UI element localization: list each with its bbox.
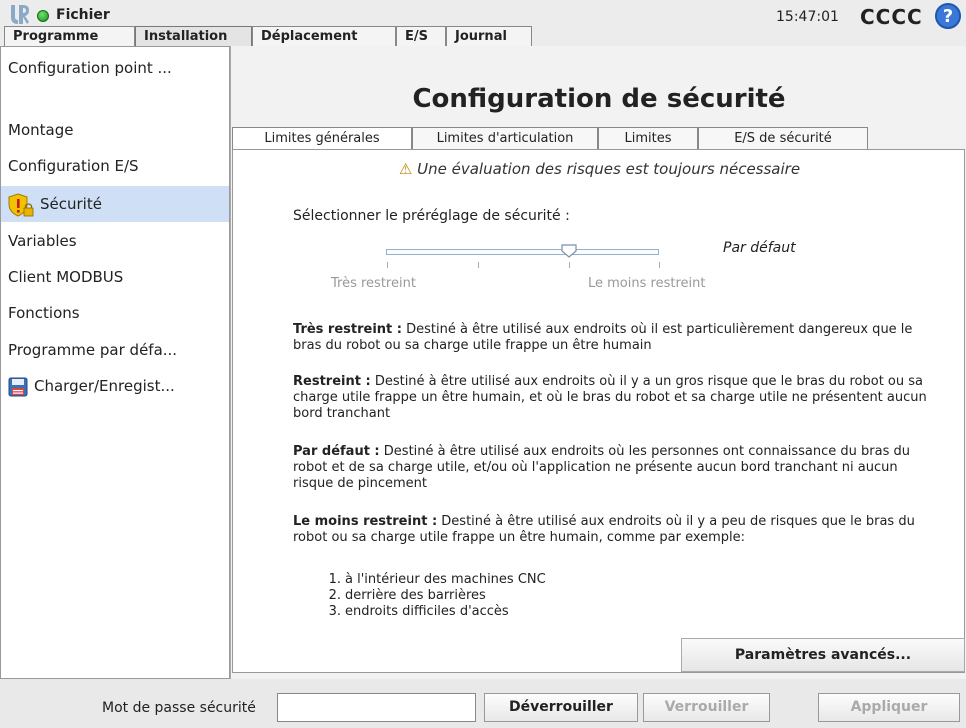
sidebar-item-configuration-point[interactable]: Configuration point ... <box>1 50 229 86</box>
slider-value: Par défaut <box>723 240 796 256</box>
slider-tick <box>387 262 388 268</box>
tab-limites[interactable]: Limites <box>598 127 698 149</box>
shield-lock-icon <box>8 192 34 217</box>
preset-label: Sélectionner le préréglage de sécurité : <box>293 208 570 224</box>
desc-moins-restreint: Le moins restreint : Destiné à être util… <box>293 514 933 546</box>
password-label: Mot de passe sécurité <box>102 700 256 716</box>
slider-max-label: Le moins restreint <box>588 276 706 291</box>
list-number: 1. <box>328 572 341 587</box>
sidebar-item-configuration-es[interactable]: Configuration E/S <box>1 148 229 184</box>
examples-list: 1. à l'intérieur des machines CNC 2. derri… <box>325 572 546 620</box>
sidebar-item-client-modbus[interactable]: Client MODBUS <box>1 259 229 295</box>
desc-title: Le moins restreint : <box>293 514 438 529</box>
sidebar-item-charger-label: Charger/Enregist... <box>34 377 175 395</box>
desc-title: Très restreint : <box>293 322 402 337</box>
password-field[interactable] <box>277 693 476 722</box>
unlock-button[interactable]: Déverrouiller <box>484 693 638 722</box>
sidebar-item-fonctions[interactable]: Fonctions <box>1 295 229 331</box>
tab-limites-generales[interactable]: Limites générales <box>232 127 412 149</box>
general-limits-panel: ⚠ Une évaluation des risques est toujour… <box>232 149 965 673</box>
desc-title: Restreint : <box>293 374 371 389</box>
robot-status-icon <box>37 10 49 22</box>
desc-restreint: Restreint : Destiné à être utilisé aux e… <box>293 374 933 422</box>
lock-button[interactable]: Verrouiller <box>643 693 770 722</box>
file-menu[interactable]: Fichier <box>56 7 110 23</box>
clock: 15:47:01 <box>776 9 839 25</box>
tab-programme[interactable]: Programme <box>4 26 135 46</box>
tab-es[interactable]: E/S <box>396 26 446 46</box>
slider-tick <box>659 262 660 268</box>
sidebar-item-securite[interactable]: Sécurité <box>1 186 229 222</box>
tab-es-securite[interactable]: E/S de sécurité <box>698 127 868 149</box>
page-title: Configuration de sécurité <box>412 84 786 114</box>
list-item: 2. derrière des barrières <box>325 588 546 604</box>
desc-title: Par défaut : <box>293 444 380 459</box>
list-number: 3. <box>328 604 341 619</box>
warning-icon: ⚠ <box>398 160 413 178</box>
ur-logo-icon <box>11 5 29 24</box>
sidebar-item-securite-label: Sécurité <box>40 195 102 213</box>
desc-tres-restreint: Très restreint : Destiné à être utilisé … <box>293 322 933 354</box>
list-item: 3. endroits difficiles d'accès <box>325 604 546 620</box>
desc-text: Destiné à être utilisé aux endroits où i… <box>293 374 927 421</box>
risk-warning-text: Une évaluation des risques est toujours … <box>417 160 801 178</box>
list-number: 2. <box>328 588 341 603</box>
bottom-bar: Mot de passe sécurité Déverrouiller Verr… <box>0 684 966 728</box>
slider-tick <box>569 262 570 268</box>
sidebar-item-montage[interactable]: Montage <box>1 112 229 148</box>
desc-par-defaut: Par défaut : Destiné à être utilisé aux … <box>293 444 933 492</box>
sidebar-item-programme-par-defaut[interactable]: Programme par défa... <box>1 332 229 368</box>
tab-journal[interactable]: Journal <box>446 26 532 46</box>
list-text: à l'intérieur des machines CNC <box>345 572 546 587</box>
list-text: endroits difficiles d'accès <box>345 604 509 619</box>
main-tabs: Programme Installation Déplacement E/S J… <box>0 26 966 48</box>
slider-thumb[interactable] <box>561 244 577 258</box>
top-bar: Fichier 15:47:01 CCCC ? Programme Instal… <box>0 0 966 48</box>
risk-warning: ⚠ Une évaluation des risques est toujour… <box>233 160 966 178</box>
advanced-settings-button[interactable]: Paramètres avancés... <box>681 638 965 672</box>
tab-installation[interactable]: Installation <box>135 26 252 46</box>
tab-deplacement[interactable]: Déplacement <box>252 26 396 46</box>
slider-min-label: Très restreint <box>331 276 416 291</box>
desc-text: Destiné à être utilisé aux endroits où l… <box>293 444 910 491</box>
slider-tick <box>478 262 479 268</box>
tab-limites-articulation[interactable]: Limites d'articulation <box>412 127 598 149</box>
safety-preset-slider[interactable] <box>386 249 659 255</box>
list-item: 1. à l'intérieur des machines CNC <box>325 572 546 588</box>
floppy-disk-icon <box>8 377 28 396</box>
sidebar-item-variables[interactable]: Variables <box>1 223 229 259</box>
list-text: derrière des barrières <box>345 588 486 603</box>
apply-button[interactable]: Appliquer <box>818 693 960 722</box>
installation-sidebar: Configuration point ... Montage Configur… <box>0 46 230 679</box>
sidebar-item-charger-enregistrer[interactable]: Charger/Enregist... <box>1 368 229 404</box>
